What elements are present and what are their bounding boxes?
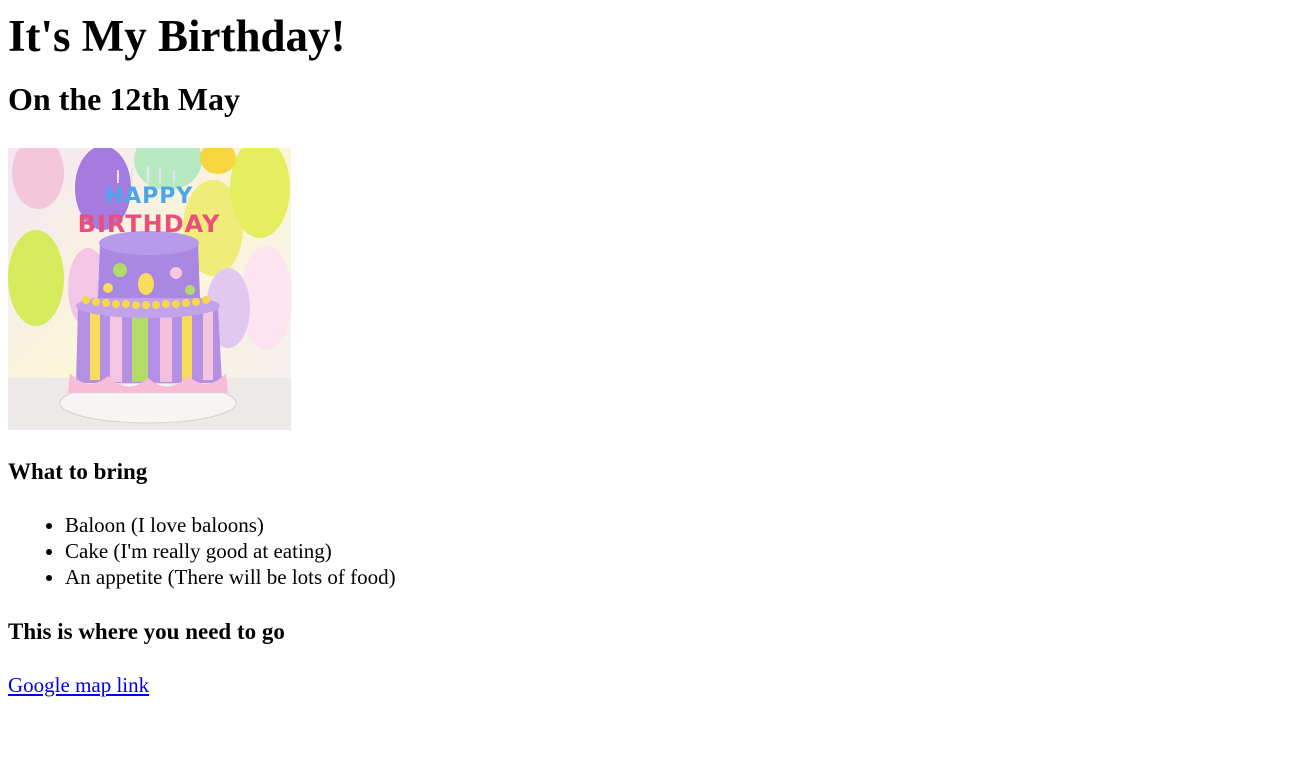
list-item: An appetite (There will be lots of food): [65, 564, 1290, 590]
bring-list: Baloon (I love baloons) Cake (I'm really…: [8, 512, 1290, 590]
page-subtitle: On the 12th May: [8, 81, 240, 117]
directions-heading: This is where you need to go: [8, 619, 285, 644]
list-item: Cake (I'm really good at eating): [65, 538, 1290, 564]
svg-text:BIRTHDAY: BIRTHDAY: [78, 210, 221, 238]
list-item: Baloon (I love baloons): [65, 512, 1290, 538]
page-title: It's My Birthday!: [8, 11, 346, 61]
svg-text:HAPPY: HAPPY: [105, 184, 194, 209]
what-to-bring-heading: What to bring: [8, 459, 148, 484]
page: It's My Birthday! On the 12th May HAPPY …: [0, 9, 1298, 698]
google-map-link[interactable]: Google map link: [8, 672, 149, 698]
birthday-cake-image: HAPPY BIRTHDAY: [8, 148, 291, 430]
